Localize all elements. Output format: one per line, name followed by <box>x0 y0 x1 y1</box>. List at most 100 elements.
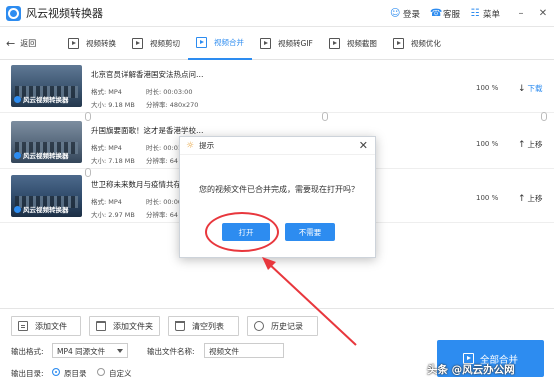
clear-list-button[interactable]: 清空列表 <box>168 316 239 336</box>
tab-label: 视频转换 <box>86 38 116 48</box>
tab-video-optimize[interactable]: 视频优化 <box>385 27 449 60</box>
clear-list-label: 清空列表 <box>192 321 224 331</box>
login-link[interactable]: ☺ 登录 <box>390 8 420 20</box>
radio-custom-dir[interactable] <box>97 368 105 376</box>
file-format: 格式: MP4 <box>91 198 122 206</box>
tab-video-merge[interactable]: 视频合并 <box>188 27 252 60</box>
back-label: 返回 <box>20 38 37 48</box>
video-thumbnail: 风云视频转换器 <box>11 121 82 163</box>
thumbnail-watermark: 风云视频转换器 <box>14 150 69 160</box>
add-folder-button[interactable]: 添加文件夹 <box>89 316 160 336</box>
logo-dot-icon <box>14 95 21 103</box>
tab-label: 视频转GIF <box>278 38 313 48</box>
tab-label: 视频剪切 <box>150 38 180 48</box>
file-duration: 时长: 00:01 <box>146 144 182 152</box>
file-row[interactable]: 风云视频转换器 北京官员详解香港国安法热点问… 格式: MP4 时长: 00:0… <box>0 61 554 113</box>
down-arrow-icon: ↓ <box>518 83 526 94</box>
folder-icon <box>96 321 106 331</box>
add-file-button[interactable]: 添加文件 <box>11 316 81 336</box>
up-arrow-icon: ↑ <box>518 193 526 204</box>
move-up-button[interactable]: ↑ 上移 <box>518 139 543 150</box>
history-button[interactable]: 历史记录 <box>247 316 318 336</box>
radio-original-dir-label: 原目录 <box>64 369 87 378</box>
tab-video-convert[interactable]: 视频转换 <box>60 27 124 60</box>
file-progress: 100 % <box>476 84 499 92</box>
file-size: 大小: 7.18 MB <box>91 157 135 165</box>
up-arrow-icon: ↑ <box>518 139 526 150</box>
file-progress: 100 % <box>476 140 499 148</box>
file-size: 大小: 9.18 MB <box>91 101 135 109</box>
output-name-input[interactable]: 视频文件 <box>204 343 284 358</box>
output-format-label: 输出格式: <box>11 347 44 356</box>
file-name: 升国旗要面歌！这才是香港学校… <box>91 126 204 135</box>
move-up-button[interactable]: ↑ 上移 <box>518 193 543 204</box>
chevron-down-icon <box>117 349 123 353</box>
support-link[interactable]: ☎ 客服 <box>430 8 460 20</box>
history-label: 历史记录 <box>271 321 303 331</box>
back-arrow-icon: ← <box>6 36 16 50</box>
add-file-label: 添加文件 <box>35 321 67 331</box>
dialog-title: 提示 <box>199 141 215 150</box>
download-button[interactable]: ↓ 下载 <box>518 83 543 94</box>
back-button[interactable]: ← 返回 <box>6 37 58 50</box>
title-bar: 风云视频转换器 ☺ 登录 ☎ 客服 ☷ 菜单 – ✕ <box>0 0 554 27</box>
annotation-ellipse <box>205 212 279 252</box>
headset-icon: ☎ <box>429 7 443 19</box>
trash-icon <box>175 321 185 331</box>
download-label: 下载 <box>527 84 543 93</box>
screenshot-icon <box>328 37 340 49</box>
menu-link[interactable]: ☷ 菜单 <box>470 7 501 20</box>
file-name: 北京官员详解香港国安法热点问… <box>91 70 204 79</box>
thumb-watermark-text: 风云视频转换器 <box>23 96 69 104</box>
close-window-button[interactable]: ✕ <box>532 0 554 27</box>
app-title: 风云视频转换器 <box>26 7 103 20</box>
thumb-watermark-text: 风云视频转换器 <box>23 206 69 214</box>
support-label: 客服 <box>442 9 460 20</box>
user-icon: ☺ <box>389 7 401 19</box>
logo-dot-icon <box>14 151 21 159</box>
tab-label: 视频合并 <box>214 37 244 47</box>
menu-icon: ☷ <box>470 7 480 19</box>
file-duration: 时长: 00:00 <box>146 198 182 206</box>
cancel-button[interactable]: 不需要 <box>285 223 335 241</box>
file-name: 世卫称未来数月与疫情共存… <box>91 180 189 189</box>
file-resolution: 分辨率: 64 <box>146 211 179 219</box>
file-duration: 时长: 00:03:00 <box>146 88 193 96</box>
sliders-icon <box>392 37 404 49</box>
dialog-header: ☼ 提示 ✕ <box>180 137 375 155</box>
tab-video-to-gif[interactable]: 视频转GIF <box>252 27 321 60</box>
thumbnail-watermark: 风云视频转换器 <box>14 94 69 104</box>
app-logo-icon <box>6 5 21 21</box>
video-icon <box>132 37 143 49</box>
video-thumbnail: 风云视频转换器 <box>11 175 82 217</box>
video-icon <box>196 36 207 48</box>
tab-label: 视频截图 <box>346 38 377 48</box>
file-resolution: 分辨率: 480x270 <box>146 101 199 109</box>
close-icon[interactable]: ✕ <box>359 139 368 152</box>
output-name-label: 输出文件名称: <box>147 347 195 356</box>
radio-original-dir[interactable] <box>52 368 60 376</box>
output-dir-label: 输出目录: <box>11 369 44 378</box>
watermark-text: 头条 @风云办公网 <box>427 364 515 376</box>
tab-video-cut[interactable]: 视频剪切 <box>124 27 188 60</box>
thumb-watermark-text: 风云视频转换器 <box>23 152 69 160</box>
tab-label: 视频优化 <box>410 38 441 48</box>
gif-icon <box>260 37 271 49</box>
thumbnail-watermark: 风云视频转换器 <box>14 204 69 214</box>
logo-dot-icon <box>14 205 21 213</box>
tab-video-screenshot[interactable]: 视频截图 <box>321 27 385 60</box>
video-thumbnail: 风云视频转换器 <box>11 65 82 107</box>
menu-label: 菜单 <box>482 9 500 20</box>
move-up-label: 上移 <box>527 194 543 203</box>
output-format-select[interactable]: MP4 同源文件 <box>52 343 128 358</box>
output-format-value: MP4 同源文件 <box>57 347 106 356</box>
dialog-message: 您的视频文件已合并完成，需要现在打开吗？ <box>199 185 359 194</box>
annotation-arrow-head <box>262 257 276 270</box>
file-format: 格式: MP4 <box>91 88 122 96</box>
file-size: 大小: 2.97 MB <box>91 211 135 219</box>
history-icon <box>254 321 264 331</box>
minimize-button[interactable]: – <box>510 0 532 27</box>
add-folder-label: 添加文件夹 <box>113 321 153 331</box>
toolbar: ← 返回 视频转换 视频剪切 视频合并 视频转GIF 视频截图 视频优化 <box>0 27 554 60</box>
title-bar-actions: ☺ 登录 ☎ 客服 ☷ 菜单 – ✕ <box>390 0 554 27</box>
